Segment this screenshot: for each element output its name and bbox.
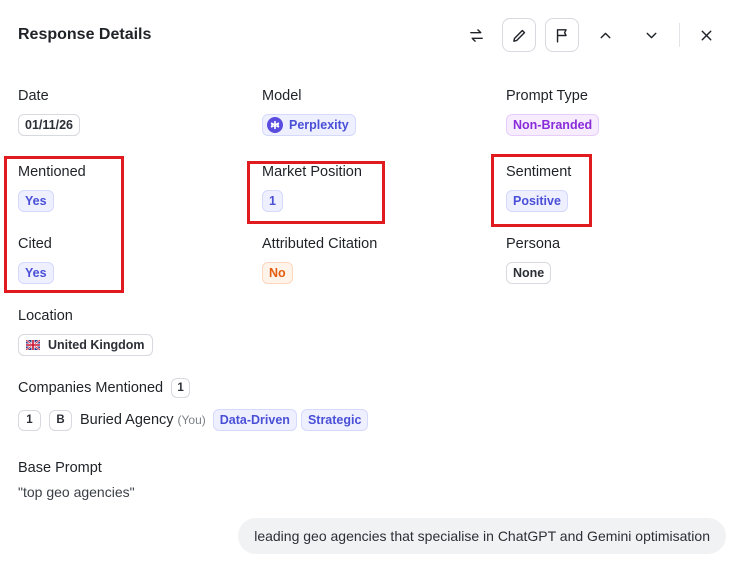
companies-count: 1	[171, 378, 191, 398]
prompt-type-field: Prompt Type Non-Branded	[506, 88, 600, 136]
chevron-up-icon	[600, 32, 610, 38]
company-name: Buried Agency	[80, 412, 174, 428]
company-you-label: (You)	[177, 413, 206, 427]
close-icon	[701, 30, 711, 40]
date-field: Date 01/11/26	[18, 88, 80, 136]
close-button[interactable]	[689, 18, 723, 52]
edit-button[interactable]	[502, 18, 536, 52]
attributed-citation-field: Attributed Citation No	[262, 236, 377, 284]
base-prompt-label: Base Prompt	[18, 460, 102, 476]
attributed-citation-label: Attributed Citation	[262, 236, 378, 252]
base-prompt-value: "top geo agencies"	[18, 484, 135, 500]
cited-field: Cited Yes	[18, 236, 54, 284]
model-value: Perplexity	[289, 118, 349, 132]
company-rank: 1	[18, 409, 41, 431]
companies-mentioned-label: Companies Mentioned	[18, 380, 164, 396]
header-divider	[679, 23, 680, 47]
attributed-citation-badge: No	[262, 262, 293, 284]
swap-button[interactable]	[459, 18, 493, 52]
sentiment-badge: Positive	[506, 190, 568, 212]
flag-icon	[556, 28, 567, 43]
location-label: Location	[18, 308, 73, 324]
model-field: Model Perplexity	[262, 88, 356, 136]
base-prompt-field: Base Prompt "top geo agencies"	[18, 460, 135, 500]
persona-badge: None	[506, 262, 552, 284]
company-tag: Data-Driven	[212, 409, 297, 431]
previous-button[interactable]	[588, 18, 622, 52]
companies-mentioned-header: Companies Mentioned 1	[18, 378, 191, 398]
uk-flag-icon	[26, 340, 40, 350]
model-label: Model	[262, 88, 302, 104]
location-badge: United Kingdom	[18, 334, 153, 356]
market-position-field: Market Position 1	[262, 164, 362, 212]
mentioned-badge: Yes	[18, 190, 54, 212]
sentiment-field: Sentiment Positive	[506, 164, 571, 212]
company-row: 1 B Buried Agency (You) Data-Driven Stra…	[18, 409, 372, 431]
date-label: Date	[18, 88, 49, 104]
panel-header: Response Details	[0, 0, 734, 70]
persona-label: Persona	[506, 236, 561, 252]
chevron-down-icon	[646, 32, 656, 38]
flag-button[interactable]	[545, 18, 579, 52]
company-tag: Strategic	[300, 409, 369, 431]
perplexity-icon	[267, 117, 283, 133]
cited-badge: Yes	[18, 262, 54, 284]
location-value: United Kingdom	[48, 338, 145, 352]
model-badge: Perplexity	[262, 114, 356, 136]
user-message-bubble: leading geo agencies that specialise in …	[238, 518, 726, 554]
next-button[interactable]	[634, 18, 668, 52]
prompt-type-label: Prompt Type	[506, 88, 588, 104]
company-avatar: B	[49, 409, 72, 431]
mentioned-field: Mentioned Yes	[18, 164, 86, 212]
date-badge: 01/11/26	[18, 114, 80, 136]
persona-field: Persona None	[506, 236, 560, 284]
swap-arrows-icon	[469, 28, 483, 42]
cited-label: Cited	[18, 236, 52, 252]
market-position-badge: 1	[262, 190, 283, 212]
pencil-icon	[512, 29, 525, 42]
mentioned-label: Mentioned	[18, 164, 86, 180]
market-position-label: Market Position	[262, 164, 362, 180]
panel-title: Response Details	[18, 26, 152, 43]
prompt-type-badge: Non-Branded	[506, 114, 600, 136]
location-field: Location United Kingdom	[18, 308, 153, 356]
sentiment-label: Sentiment	[506, 164, 572, 180]
